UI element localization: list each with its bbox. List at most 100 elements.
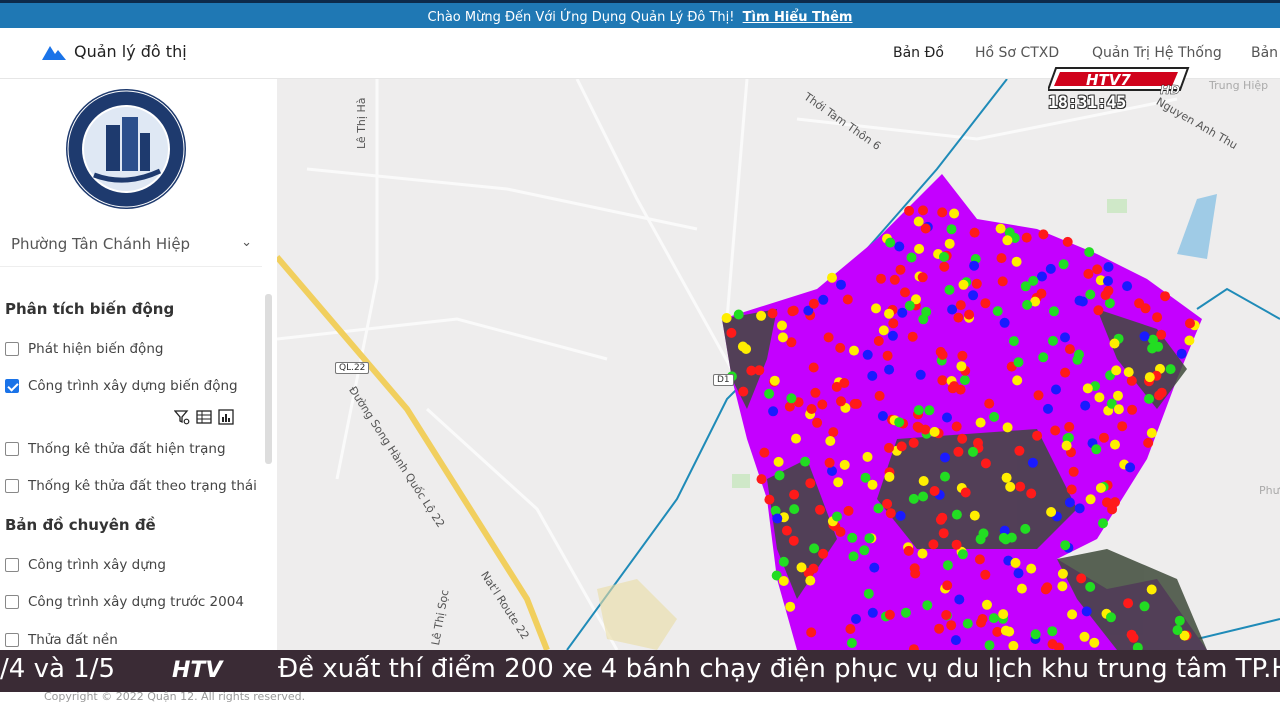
construction-point[interactable] — [777, 332, 788, 343]
construction-point[interactable] — [846, 638, 857, 648]
construction-point[interactable] — [833, 477, 844, 488]
construction-point[interactable] — [1038, 352, 1049, 363]
construction-point[interactable] — [1085, 494, 1096, 505]
construction-point[interactable] — [1146, 584, 1157, 595]
construction-point[interactable] — [1061, 440, 1072, 451]
construction-point[interactable] — [929, 426, 940, 437]
option-thong-ke-hien-trang[interactable]: Thống kê thửa đất hiện trạng — [5, 441, 226, 457]
construction-point[interactable] — [1032, 430, 1043, 441]
construction-point[interactable] — [1144, 372, 1155, 383]
construction-point[interactable] — [805, 478, 816, 489]
construction-point[interactable] — [823, 332, 834, 343]
construction-point[interactable] — [953, 312, 964, 323]
option-cong-trinh-bien-dong[interactable]: Công trình xây dựng biến động — [5, 378, 238, 394]
construction-point[interactable] — [836, 279, 846, 290]
checkbox-checked[interactable] — [5, 379, 19, 393]
construction-point[interactable] — [922, 600, 933, 611]
construction-point[interactable] — [1068, 466, 1079, 477]
construction-point[interactable] — [953, 446, 964, 457]
construction-point[interactable] — [1174, 615, 1185, 626]
construction-point[interactable] — [778, 576, 789, 586]
construction-point[interactable] — [1176, 348, 1187, 359]
construction-point[interactable] — [1026, 488, 1037, 499]
construction-point[interactable] — [980, 569, 991, 580]
construction-point[interactable] — [1036, 288, 1047, 299]
construction-point[interactable] — [839, 459, 850, 470]
construction-point[interactable] — [1002, 235, 1013, 246]
construction-point[interactable] — [1139, 601, 1150, 612]
checkbox[interactable] — [5, 633, 19, 647]
nav-ban-partial[interactable]: Bản — [1251, 45, 1278, 61]
construction-point[interactable] — [876, 273, 886, 284]
construction-point[interactable] — [913, 405, 924, 416]
construction-point[interactable] — [1110, 497, 1120, 508]
construction-point[interactable] — [1057, 581, 1068, 592]
construction-point[interactable] — [989, 411, 1000, 422]
construction-point[interactable] — [828, 427, 839, 438]
construction-point[interactable] — [1012, 375, 1023, 386]
construction-point[interactable] — [1020, 523, 1031, 534]
construction-point[interactable] — [920, 223, 931, 234]
construction-point[interactable] — [1140, 303, 1151, 314]
construction-point[interactable] — [1058, 259, 1069, 270]
construction-point[interactable] — [906, 252, 917, 263]
construction-point[interactable] — [1064, 497, 1075, 508]
construction-point[interactable] — [1153, 341, 1164, 352]
construction-point[interactable] — [997, 276, 1008, 287]
construction-point[interactable] — [1067, 609, 1078, 620]
construction-point[interactable] — [1064, 344, 1075, 355]
construction-point[interactable] — [1094, 392, 1105, 403]
construction-point[interactable] — [863, 588, 874, 599]
construction-point[interactable] — [1074, 295, 1085, 306]
construction-point[interactable] — [904, 300, 915, 311]
construction-point[interactable] — [1110, 439, 1120, 450]
construction-point[interactable] — [1064, 421, 1075, 432]
construction-point[interactable] — [726, 327, 737, 338]
construction-point[interactable] — [954, 594, 965, 605]
construction-point[interactable] — [996, 253, 1007, 264]
nav-ho-so-ctxd[interactable]: Hồ Sơ CTXD — [975, 45, 1059, 61]
construction-point[interactable] — [1074, 503, 1085, 514]
construction-point[interactable] — [1030, 629, 1041, 640]
construction-point[interactable] — [805, 575, 816, 586]
construction-point[interactable] — [1127, 404, 1138, 415]
construction-point[interactable] — [1139, 331, 1150, 342]
construction-point[interactable] — [1160, 291, 1171, 302]
construction-point[interactable] — [768, 406, 779, 417]
construction-point[interactable] — [1074, 349, 1084, 360]
option-phat-hien-bien-dong[interactable]: Phát hiện biến động — [5, 341, 163, 357]
construction-point[interactable] — [1000, 625, 1011, 636]
construction-point[interactable] — [786, 393, 797, 404]
construction-point[interactable] — [1060, 367, 1071, 378]
construction-point[interactable] — [947, 304, 958, 315]
construction-point[interactable] — [1172, 625, 1183, 636]
construction-point[interactable] — [998, 609, 1009, 620]
construction-point[interactable] — [862, 451, 873, 462]
construction-point[interactable] — [937, 207, 948, 218]
construction-point[interactable] — [968, 290, 979, 301]
construction-point[interactable] — [941, 610, 952, 620]
construction-point[interactable] — [785, 601, 796, 612]
option-cong-trinh-truoc-2004[interactable]: Công trình xây dựng trước 2004 — [5, 594, 244, 610]
construction-point[interactable] — [964, 309, 975, 320]
construction-point[interactable] — [1083, 268, 1094, 279]
construction-point[interactable] — [918, 491, 929, 502]
map-canvas[interactable] — [277, 79, 1280, 650]
construction-point[interactable] — [818, 294, 829, 305]
construction-point[interactable] — [1082, 383, 1093, 394]
construction-point[interactable] — [769, 375, 780, 386]
construction-point[interactable] — [825, 436, 836, 446]
construction-point[interactable] — [957, 549, 968, 560]
construction-point[interactable] — [827, 272, 837, 283]
construction-point[interactable] — [969, 227, 980, 238]
option-thong-ke-trang-thai[interactable]: Thống kê thửa đất theo trạng thái — [5, 478, 257, 494]
construction-point[interactable] — [871, 303, 881, 314]
construction-point[interactable] — [928, 539, 939, 550]
construction-point[interactable] — [808, 362, 819, 373]
construction-point[interactable] — [884, 364, 895, 375]
construction-point[interactable] — [1014, 445, 1025, 456]
construction-point[interactable] — [788, 535, 799, 546]
checkbox[interactable] — [5, 479, 19, 493]
construction-point[interactable] — [887, 330, 898, 341]
construction-point[interactable] — [984, 398, 995, 409]
